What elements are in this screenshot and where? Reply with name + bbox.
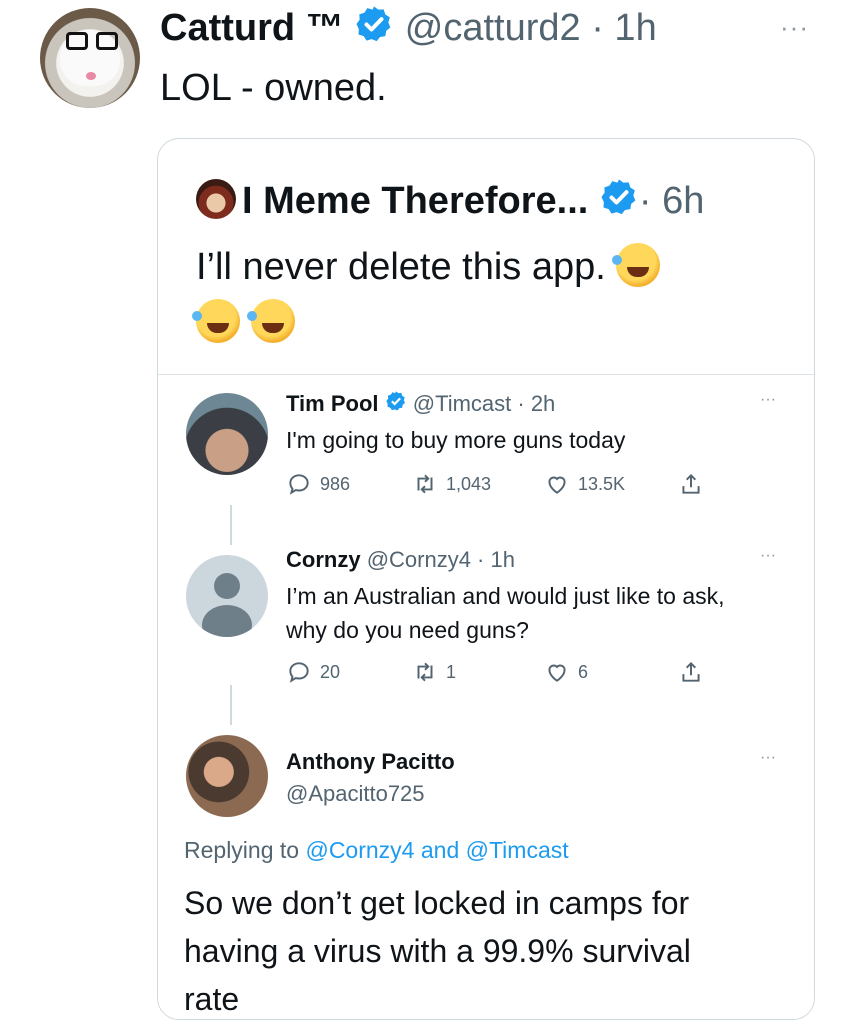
retweet-stat: 1,043 (412, 471, 491, 497)
verified-badge-icon (385, 390, 407, 420)
reply-avatar (186, 735, 268, 817)
heart-icon (548, 664, 566, 682)
tweet-actions: 20 1 6 (286, 659, 746, 689)
reply-author-handle: @Apacitto725 (286, 781, 425, 806)
tweet-author-name: Tim Pool (286, 391, 379, 416)
collar-bow (86, 72, 96, 80)
quoted-tweet-header: I Meme Therefore... · 6h (196, 177, 704, 229)
author-avatar[interactable] (40, 8, 140, 108)
tweet-meta: @Cornzy4 · 1h (366, 547, 515, 572)
reply-text-line: So we don’t get locked in camps for (184, 885, 690, 921)
tweet-text-line: why do you need guns? (286, 617, 529, 643)
author-handle-time[interactable]: @catturd2 · 1h (405, 7, 657, 49)
reply-icon (289, 662, 309, 683)
quoted-time: · 6h (638, 180, 705, 223)
rofl-emoji-icon (612, 243, 661, 287)
tweet-header: Tim Pool @Timcast · 2h (286, 389, 555, 420)
reply-text: So we don’t get locked in camps for havi… (184, 879, 794, 1019)
share-stat (678, 659, 704, 685)
more-options-icon: ··· (760, 749, 776, 766)
rofl-emoji-icon (246, 299, 295, 343)
tweet-meta: @Timcast · 2h (412, 391, 556, 416)
quoted-author-name: I Meme Therefore... (242, 180, 589, 223)
verified-badge-icon (354, 4, 394, 56)
retweet-icon (417, 474, 433, 494)
quoted-tweet-card[interactable]: I Meme Therefore... · 6h I’ll never dele… (157, 138, 815, 1020)
more-options-icon: ··· (760, 547, 776, 564)
like-stat: 6 (544, 659, 588, 685)
reply-text-line: rate (184, 981, 240, 1017)
default-avatar (186, 555, 268, 637)
embedded-screenshot: Tim Pool @Timcast · 2h ··· I'm going to … (158, 374, 814, 1019)
share-icon (682, 473, 700, 494)
retweet-stat: 1 (412, 659, 456, 685)
more-options-icon: ··· (760, 391, 776, 408)
quoted-text-content: I’ll never delete this app. (196, 246, 606, 288)
replying-to: Replying to @Cornzy4 and @Timcast (184, 837, 569, 863)
more-options-icon[interactable]: ··· (780, 12, 809, 43)
tweet-author-name: Cornzy (286, 547, 361, 572)
tweet-avatar (186, 393, 268, 475)
like-stat: 13.5K (544, 471, 625, 497)
mention-link: @Timcast (465, 837, 569, 863)
tweet-header: Catturd ™ @catturd2 · 1h (160, 4, 657, 56)
tweet-actions: 986 1,043 13.5K (286, 471, 746, 501)
thread-line (230, 685, 232, 725)
quoted-author-avatar (196, 179, 236, 220)
tweet-text: I'm going to buy more guns today (286, 427, 626, 453)
tweet-text: LOL - owned. (160, 67, 387, 109)
share-stat (678, 471, 704, 497)
rofl-emoji-icon (192, 299, 240, 343)
reply-stat: 986 (286, 471, 350, 497)
verified-badge-icon (599, 177, 639, 229)
reply-stat: 20 (286, 659, 340, 685)
reply-author-name: Anthony Pacitto (286, 749, 455, 774)
retweet-icon (417, 662, 433, 682)
tweet-header: Cornzy @Cornzy4 · 1h (286, 545, 515, 575)
tweet-text-line: I’m an Australian and would just like to… (286, 583, 725, 609)
thread-line (230, 505, 232, 545)
heart-icon (548, 476, 566, 494)
glasses-right (96, 32, 118, 50)
reply-icon (289, 474, 309, 495)
mention-link: @Cornzy4 (305, 837, 415, 863)
author-name[interactable]: Catturd ™ (160, 7, 344, 49)
quoted-tweet-text: I’ll never delete this app. (192, 239, 796, 351)
reply-text-line: having a virus with a 99.9% survival (184, 933, 691, 969)
glasses-left (66, 32, 88, 50)
share-icon (682, 661, 700, 682)
